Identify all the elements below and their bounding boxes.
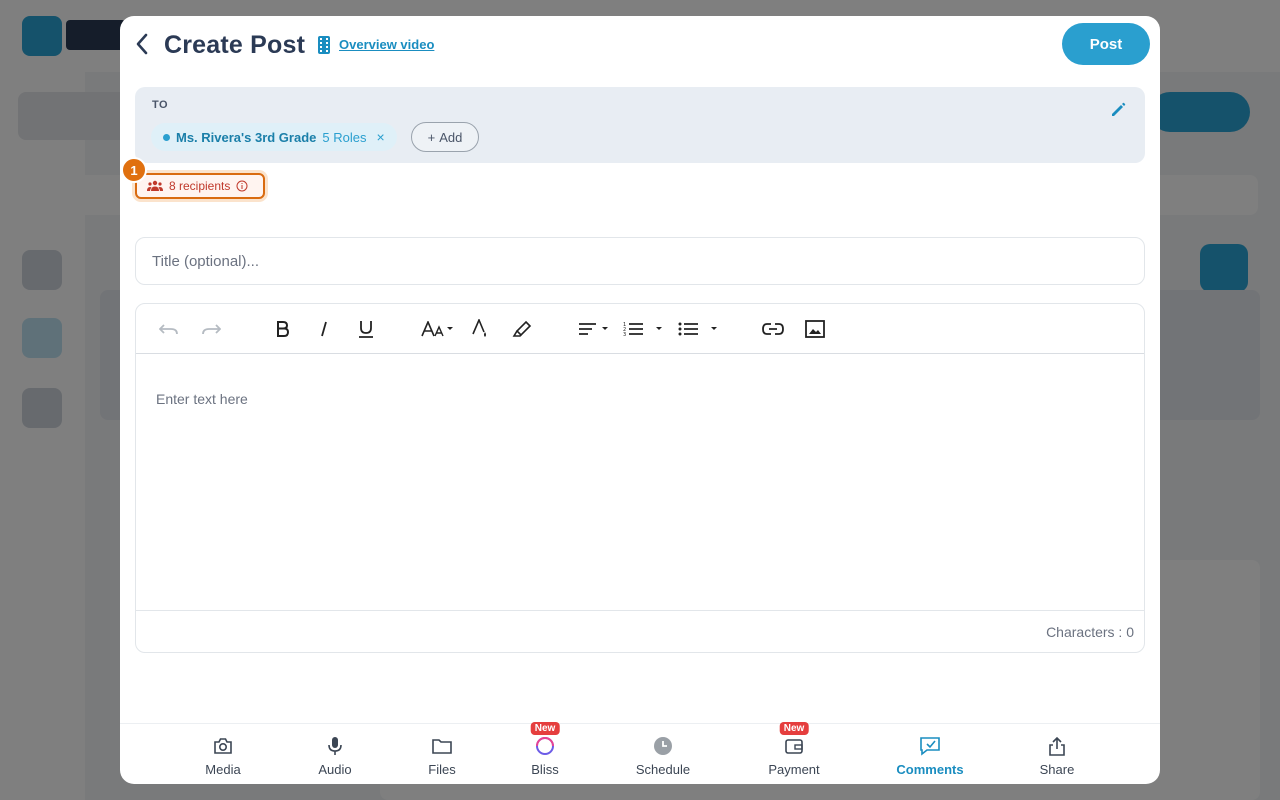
image-icon: [805, 320, 825, 338]
link-button[interactable]: [761, 317, 785, 341]
media-button[interactable]: Media: [178, 734, 268, 777]
pencil-icon[interactable]: [1109, 101, 1127, 119]
bullet-list-icon: [678, 322, 717, 336]
payment-icon: [785, 739, 803, 754]
editor-footer: Characters : 0: [136, 610, 1144, 652]
close-icon[interactable]: ×: [376, 129, 384, 145]
recipients-count-button[interactable]: 8 recipients: [135, 173, 265, 199]
bold-button[interactable]: [270, 317, 294, 341]
comments-label: Comments: [896, 762, 964, 777]
comments-icon: [920, 737, 940, 756]
page-title: Create Post: [164, 31, 306, 59]
italic-button[interactable]: [312, 317, 336, 341]
chip-roles: 5 Roles: [322, 129, 367, 145]
post-options-bar: Media Audio Files New Bliss Schedule New: [120, 722, 1160, 784]
redo-button[interactable]: [199, 317, 223, 341]
recipients-box: TO Ms. Rivera's 3rd Grade 5 Roles × + Ad…: [135, 87, 1145, 163]
camera-icon: [214, 738, 232, 754]
bliss-button[interactable]: New Bliss: [500, 722, 590, 777]
folder-icon: [432, 739, 452, 754]
bliss-icon: [536, 737, 554, 755]
character-count: Characters : 0: [1046, 624, 1134, 640]
link-icon: [762, 323, 784, 335]
italic-icon: [321, 321, 327, 337]
chip-group-name: Ms. Rivera's 3rd Grade: [176, 129, 317, 145]
highlight-icon: [512, 320, 532, 337]
status-dot: [163, 133, 170, 141]
align-icon: [579, 323, 608, 335]
bullet-list-button[interactable]: [678, 317, 720, 341]
font-size-icon: [421, 321, 453, 337]
recipients-highlight: 8 recipients: [132, 170, 268, 202]
create-post-modal: Create Post Overview video Post TO Ms. R…: [120, 16, 1160, 784]
share-icon: [1049, 736, 1065, 756]
info-icon: [236, 180, 248, 192]
redo-icon: [202, 324, 221, 335]
rich-text-editor: 123 Enter text here Characters : 0: [135, 303, 1145, 653]
share-label: Share: [1039, 762, 1075, 777]
text-color-icon: [472, 319, 486, 337]
media-label: Media: [205, 762, 241, 777]
to-label: TO: [152, 99, 169, 111]
schedule-label: Schedule: [635, 762, 691, 777]
svg-text:3: 3: [623, 332, 626, 337]
numbered-list-button[interactable]: 123: [623, 317, 665, 341]
overview-video-link[interactable]: Overview video: [339, 37, 434, 52]
underline-icon: [359, 321, 373, 338]
highlight-button[interactable]: [510, 317, 534, 341]
underline-button[interactable]: [354, 317, 378, 341]
recipient-group-chip[interactable]: Ms. Rivera's 3rd Grade 5 Roles ×: [151, 123, 397, 151]
editor-toolbar: 123: [136, 304, 1144, 354]
share-button[interactable]: Share: [1012, 734, 1102, 777]
bliss-label: Bliss: [531, 762, 559, 777]
audio-label: Audio: [318, 762, 352, 777]
comments-button[interactable]: Comments: [885, 734, 975, 777]
font-size-button[interactable]: [420, 317, 456, 341]
editor-text-area[interactable]: Enter text here: [136, 355, 1144, 612]
files-label: Files: [428, 762, 456, 777]
plus-icon: +: [427, 129, 436, 145]
microphone-icon: [328, 737, 342, 755]
post-button[interactable]: Post: [1062, 23, 1150, 65]
chevron-left-icon: [136, 33, 148, 55]
step-number-badge: 1: [121, 157, 147, 183]
new-badge: New: [530, 722, 560, 735]
align-button[interactable]: [578, 317, 610, 341]
files-button[interactable]: Files: [397, 734, 487, 777]
insert-image-button[interactable]: [803, 317, 827, 341]
title-input[interactable]: [135, 237, 1145, 285]
add-label: Add: [439, 129, 463, 145]
clock-icon: [654, 737, 672, 755]
bold-icon: [277, 321, 289, 337]
back-button[interactable]: [130, 32, 154, 56]
payment-label: Payment: [768, 762, 820, 777]
undo-icon: [159, 324, 178, 335]
numbered-list-icon: 123: [623, 322, 662, 337]
new-badge: New: [779, 722, 809, 735]
recipients-count-label: 8 recipients: [169, 179, 231, 193]
text-color-button[interactable]: [468, 317, 492, 341]
add-recipient-button[interactable]: + Add: [411, 122, 479, 152]
users-icon: [147, 180, 163, 191]
schedule-button[interactable]: Schedule: [618, 734, 708, 777]
payment-button[interactable]: New Payment: [749, 722, 839, 777]
film-icon: [318, 36, 330, 54]
modal-header: Create Post Overview video Post: [120, 16, 1160, 76]
undo-button[interactable]: [157, 317, 181, 341]
audio-button[interactable]: Audio: [290, 734, 380, 777]
